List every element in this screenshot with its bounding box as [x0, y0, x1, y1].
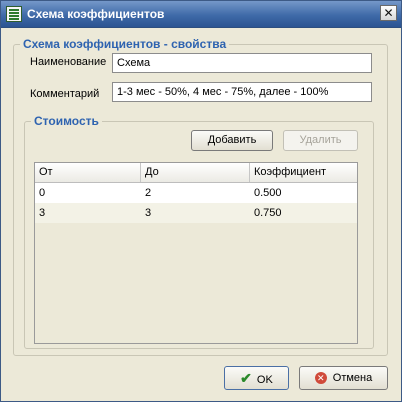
comment-field[interactable]: 1-3 мес - 50%, 4 мес - 75%, далее - 100% [112, 82, 372, 102]
checkmark-icon: ✔ [240, 370, 252, 386]
cost-legend: Стоимость [31, 114, 102, 128]
close-icon: ✕ [383, 6, 394, 20]
cost-table[interactable]: От До Коэффициент 0 2 0.500 3 3 0.750 [34, 162, 358, 344]
name-label: Наименование [30, 56, 107, 68]
cell-coefficient: 0.750 [254, 207, 282, 219]
properties-legend: Схема коэффициентов - свойства [20, 37, 230, 51]
cell-from: 0 [39, 187, 46, 199]
comment-label: Комментарий [30, 88, 100, 100]
close-button[interactable]: ✕ [380, 5, 397, 21]
table-header: От До Коэффициент [35, 163, 357, 183]
app-icon [6, 6, 22, 22]
column-header-to[interactable]: До [141, 163, 250, 182]
cell-from: 3 [39, 207, 46, 219]
cell-to: 3 [145, 207, 152, 219]
delete-button[interactable]: Удалить [283, 130, 358, 151]
title-bar[interactable]: Схема коэффициентов ✕ [1, 1, 401, 28]
ok-label: OK [256, 374, 273, 386]
name-field[interactable]: Схема [112, 53, 372, 73]
cell-coefficient: 0.500 [254, 187, 282, 199]
ok-button[interactable]: ✔ OK [224, 366, 289, 390]
window-title: Схема коэффициентов [27, 7, 165, 21]
dialog-window: Схема коэффициентов ✕ Схема коэффициенто… [0, 0, 402, 402]
cancel-icon: ✕ [314, 372, 327, 385]
table-row[interactable]: 0 2 0.500 [35, 183, 357, 203]
column-header-coefficient[interactable]: Коэффициент [250, 163, 357, 182]
cell-to: 2 [145, 187, 152, 199]
cancel-label: Отмена [332, 372, 373, 384]
table-row[interactable]: 3 3 0.750 [35, 203, 357, 223]
column-header-from[interactable]: От [35, 163, 141, 182]
cancel-button[interactable]: ✕ Отмена [299, 366, 388, 390]
add-button[interactable]: Добавить [191, 130, 273, 151]
